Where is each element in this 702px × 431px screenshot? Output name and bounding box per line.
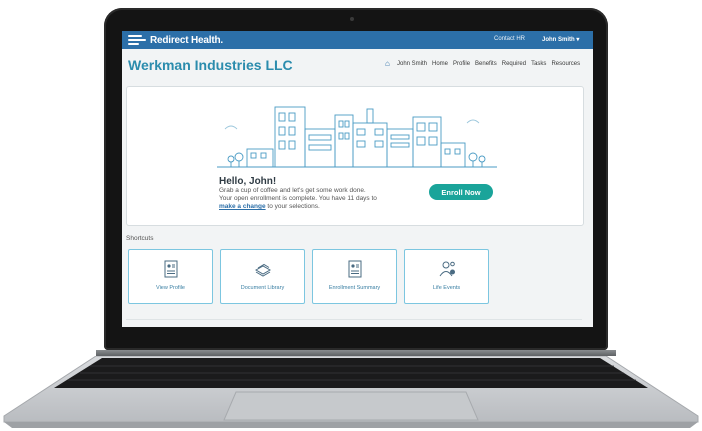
top-app-bar: Redirect Health. Contact HR John Smith ▾ <box>122 31 593 49</box>
welcome-line-3: to your selections. <box>265 203 320 210</box>
shortcuts-grid: View Profile Document Library Enrollment… <box>128 249 489 304</box>
nav-item-resources[interactable]: Resources <box>551 61 580 67</box>
shortcut-life-events[interactable]: Life Events <box>404 249 489 304</box>
logo-mark-icon <box>128 34 146 46</box>
contact-hr-link[interactable]: Contact HR <box>494 36 525 42</box>
nav-item-user[interactable]: John Smith <box>397 61 427 67</box>
document-stack-icon <box>254 263 272 277</box>
greeting-heading: Hello, John! <box>219 176 277 187</box>
welcome-line-1: Grab a cup of coffee and let's get some … <box>219 187 366 194</box>
laptop-keyboard-base <box>3 356 699 428</box>
logo[interactable]: Redirect Health. <box>128 34 223 46</box>
nav-item-required[interactable]: Required <box>502 61 526 67</box>
nav-item-tasks[interactable]: Tasks <box>531 61 546 67</box>
user-menu-dropdown[interactable]: John Smith ▾ <box>542 36 579 43</box>
nav-item-benefits[interactable]: Benefits <box>475 61 497 67</box>
main-nav: ⌂ John Smith Home Profile Benefits Requi… <box>385 60 580 68</box>
company-name: Werkman Industries LLC <box>128 57 293 73</box>
shortcuts-heading: Shortcuts <box>126 235 154 242</box>
welcome-line-2: Your open enrollment is complete. You ha… <box>219 195 377 202</box>
make-a-change-link[interactable]: make a change <box>219 203 266 210</box>
enroll-now-button[interactable]: Enroll Now <box>429 184 493 200</box>
welcome-message: Grab a cup of coffee and let's get some … <box>219 187 419 211</box>
profile-document-icon <box>164 260 178 278</box>
welcome-card: Hello, John! Grab a cup of coffee and le… <box>126 86 584 226</box>
nav-item-home[interactable]: Home <box>432 61 448 67</box>
enrollment-document-icon <box>348 260 362 278</box>
shortcut-label: Life Events <box>432 285 461 291</box>
shortcut-view-profile[interactable]: View Profile <box>128 249 213 304</box>
shortcut-label: Document Library <box>240 285 285 291</box>
camera-dot <box>350 17 354 21</box>
shortcut-label: Enrollment Summary <box>328 285 381 291</box>
shortcut-document-library[interactable]: Document Library <box>220 249 305 304</box>
city-skyline-illustration <box>217 106 497 168</box>
logo-text: Redirect Health. <box>150 34 223 46</box>
shortcut-label: View Profile <box>156 285 185 291</box>
life-events-icon <box>439 261 455 277</box>
app-screen: Redirect Health. Contact HR John Smith ▾… <box>122 31 593 327</box>
shortcut-enrollment-summary[interactable]: Enrollment Summary <box>312 249 397 304</box>
divider <box>126 319 582 320</box>
nav-item-profile[interactable]: Profile <box>453 61 470 67</box>
home-icon[interactable]: ⌂ <box>385 60 392 68</box>
